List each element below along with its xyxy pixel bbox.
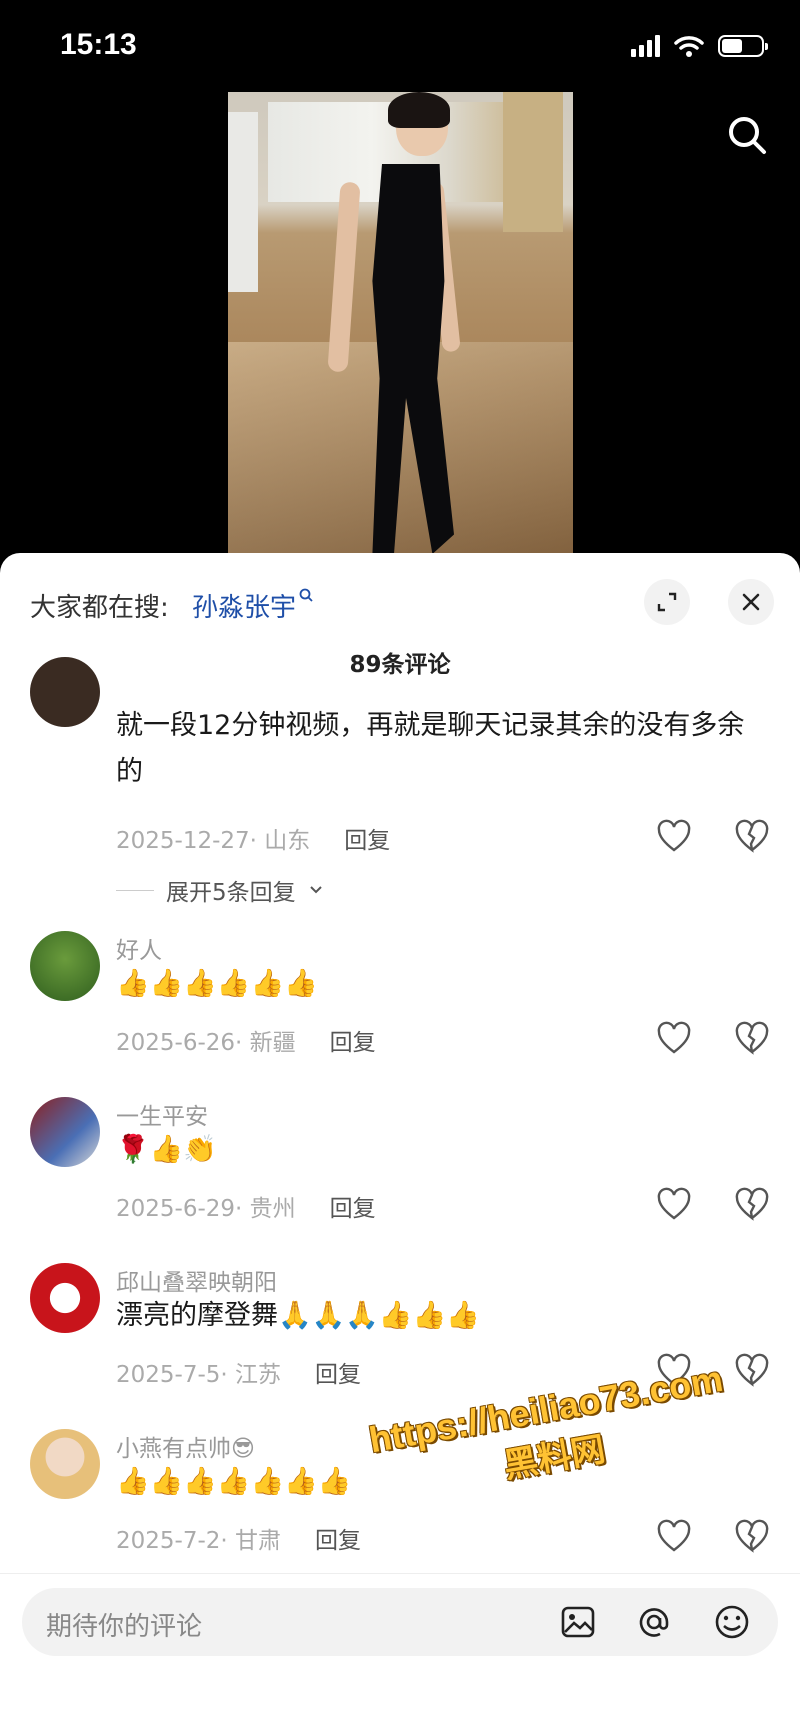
sheet-header: 大家都在搜: 孙淼张宇 bbox=[30, 579, 774, 627]
comment-location: 江苏 bbox=[235, 1362, 282, 1388]
close-icon bbox=[742, 593, 760, 611]
comment-location: 新疆 bbox=[249, 1030, 296, 1056]
status-bar: 15:13 bbox=[0, 0, 800, 90]
comment-date: 2025-7-5 bbox=[116, 1362, 221, 1388]
hot-search-label: 大家都在搜: bbox=[30, 593, 169, 623]
image-icon[interactable] bbox=[558, 1602, 598, 1642]
search-icon bbox=[729, 117, 766, 154]
reply-button[interactable]: 回复 bbox=[344, 821, 390, 855]
comment-username[interactable]: 邱山叠翠映朝阳 bbox=[116, 1263, 277, 1297]
video-player[interactable] bbox=[228, 92, 573, 562]
avatar[interactable] bbox=[30, 1263, 100, 1333]
comment-date: 2025-6-29 bbox=[116, 1196, 236, 1222]
reply-button[interactable]: 回复 bbox=[330, 1189, 376, 1223]
heart-icon[interactable] bbox=[656, 1021, 692, 1057]
comment-item: 好人 👍👍👍👍👍👍 2025-6-26· 新疆 回复 bbox=[0, 931, 800, 1061]
comment-sheet: 大家都在搜: 孙淼张宇 89条评论 就一段12分钟视频，再就是聊天记录其余的没有… bbox=[0, 553, 800, 1733]
avatar[interactable] bbox=[30, 1097, 100, 1167]
battery-icon bbox=[718, 35, 768, 57]
broken-heart-icon[interactable] bbox=[734, 1187, 770, 1223]
heart-icon[interactable] bbox=[656, 819, 692, 855]
heart-icon[interactable] bbox=[656, 1519, 692, 1555]
close-button[interactable] bbox=[728, 579, 774, 625]
video-background bbox=[228, 112, 258, 292]
comment-username[interactable]: 小燕有点帅😎 bbox=[116, 1429, 255, 1463]
comment-location: 山东 bbox=[264, 828, 311, 854]
comment-text: 漂亮的摩登舞🙏🙏🙏👍👍👍 bbox=[116, 1300, 480, 1331]
fullscreen-button[interactable] bbox=[644, 579, 690, 625]
comment-emoji: 🌹👍👏 bbox=[116, 1134, 217, 1165]
comment-emoji: 👍👍👍👍👍👍 bbox=[116, 968, 318, 999]
search-button[interactable] bbox=[722, 110, 772, 160]
expand-replies-button[interactable]: 展开5条回复 bbox=[116, 873, 324, 907]
broken-heart-icon[interactable] bbox=[734, 1021, 770, 1057]
comment-meta: 2025-7-2· 甘肃 回复 bbox=[116, 1521, 361, 1555]
comment-input[interactable]: 期待你的评论 bbox=[22, 1588, 778, 1656]
comment-item: 一生平安 🌹👍👏 2025-6-29· 贵州 回复 bbox=[0, 1097, 800, 1227]
chevron-down-icon bbox=[309, 886, 322, 894]
avatar[interactable] bbox=[30, 657, 100, 727]
comment-count: 89条评论 bbox=[349, 652, 451, 678]
broken-heart-icon[interactable] bbox=[734, 819, 770, 855]
comment-item: 就一段12分钟视频，再就是聊天记录其余的没有多余的 2025-12-27· 山东… bbox=[0, 657, 800, 906]
comment-text: 就一段12分钟视频，再就是聊天记录其余的没有多余的 bbox=[116, 710, 745, 787]
wifi-icon bbox=[674, 36, 704, 57]
reply-button[interactable]: 回复 bbox=[330, 1023, 376, 1057]
avatar[interactable] bbox=[30, 931, 100, 1001]
at-mention-icon[interactable] bbox=[634, 1602, 674, 1642]
avatar[interactable] bbox=[30, 1429, 100, 1499]
broken-heart-icon[interactable] bbox=[734, 1353, 770, 1389]
comment-meta: 2025-6-29· 贵州 回复 bbox=[116, 1189, 376, 1223]
comment-location: 甘肃 bbox=[235, 1528, 282, 1554]
comment-meta: 2025-6-26· 新疆 回复 bbox=[116, 1023, 376, 1057]
comment-date: 2025-12-27 bbox=[116, 828, 250, 854]
comment-input-placeholder[interactable]: 期待你的评论 bbox=[46, 1606, 202, 1643]
emoji-icon[interactable] bbox=[712, 1602, 752, 1642]
comment-meta: 2025-12-27· 山东 回复 bbox=[116, 821, 390, 855]
expand-icon bbox=[657, 592, 677, 612]
comment-location: 贵州 bbox=[249, 1196, 296, 1222]
heart-icon[interactable] bbox=[656, 1187, 692, 1223]
comment-username[interactable]: 好人 bbox=[116, 931, 162, 965]
status-icons bbox=[631, 34, 768, 58]
comment-username[interactable]: 一生平安 bbox=[116, 1097, 208, 1131]
reply-button[interactable]: 回复 bbox=[315, 1355, 361, 1389]
reply-button[interactable]: 回复 bbox=[315, 1521, 361, 1555]
cellular-signal-icon bbox=[631, 35, 660, 57]
search-small-icon bbox=[299, 588, 313, 602]
comment-date: 2025-6-26 bbox=[116, 1030, 236, 1056]
comment-meta: 2025-7-5· 江苏 回复 bbox=[116, 1355, 361, 1389]
hot-search-link[interactable]: 孙淼张宇 bbox=[192, 587, 314, 624]
comment-date: 2025-7-2 bbox=[116, 1528, 221, 1554]
broken-heart-icon[interactable] bbox=[734, 1519, 770, 1555]
status-time: 15:13 bbox=[60, 28, 137, 61]
